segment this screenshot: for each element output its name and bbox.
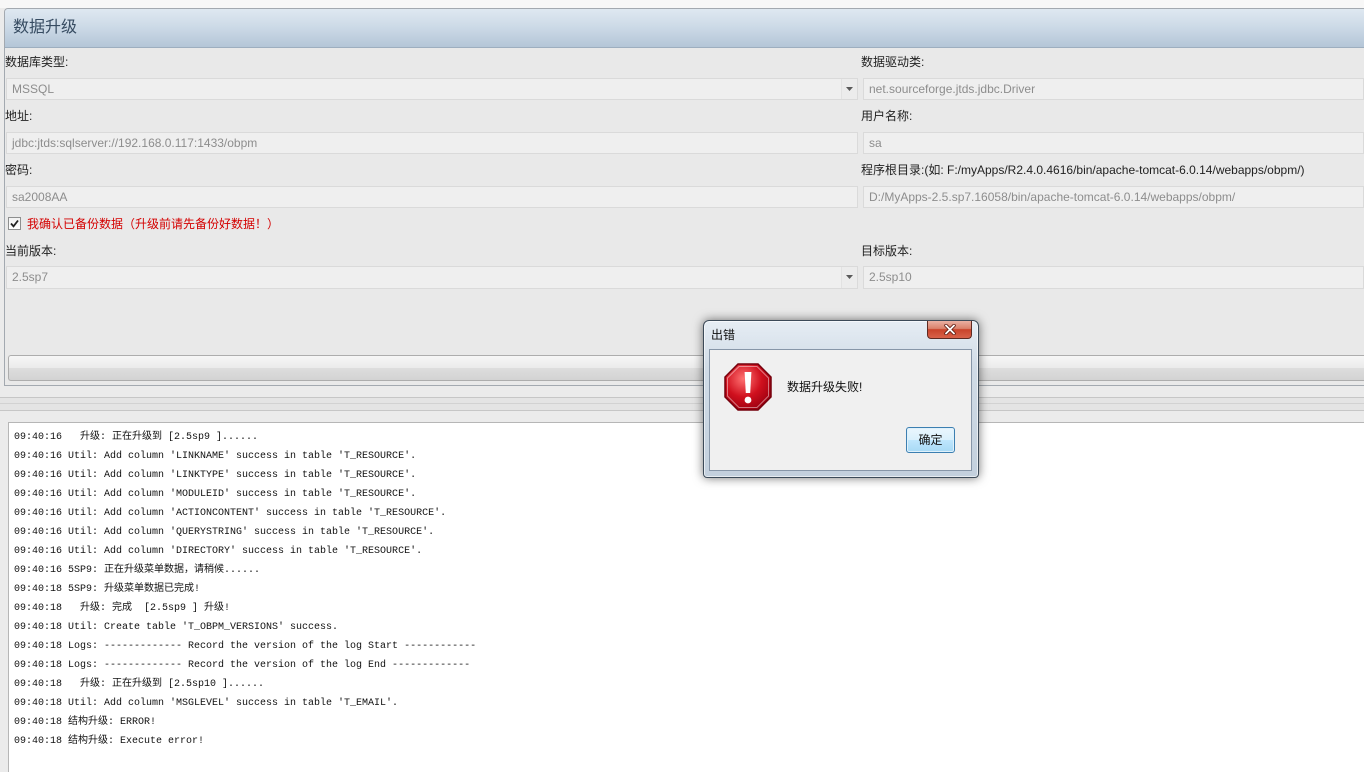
db-type-select[interactable]: MSSQL [6,78,858,100]
chevron-down-icon [846,275,853,279]
panel-splitter[interactable] [0,397,1364,411]
log-line: 09:40:16 Util: Add column 'QUERYSTRING' … [14,527,435,538]
driver-class-label: 数据驱动类: [861,55,925,69]
password-value: sa2008AA [12,190,68,204]
backup-confirm-label[interactable]: 我确认已备份数据（升级前请先备份好数据！） [27,216,279,232]
dialog-close-button[interactable] [927,321,972,339]
password-field[interactable]: sa2008AA [6,186,858,208]
root-dir-label: 程序根目录:(如: F:/myApps/R2.4.0.4616/bin/apac… [861,163,1305,177]
top-strip [0,0,1364,8]
error-dialog: 出错 数据升级失败! 确定 [703,320,979,478]
current-version-select[interactable]: 2.5sp7 [6,266,858,289]
log-line: 09:40:18 5SP9: 升级菜单数据已完成! [14,584,201,595]
checkmark-icon [10,219,19,228]
username-field[interactable]: sa [863,132,1364,154]
log-line: 09:40:16 Util: Add column 'LINKTYPE' suc… [14,470,417,481]
log-line: 09:40:18 升级: 正在升级到 [2.5sp10 ]...... [14,679,265,690]
log-line: 09:40:18 Util: Create table 'T_OBPM_VERS… [14,622,339,633]
backup-confirm-checkbox[interactable] [8,217,21,230]
log-line: 09:40:16 Util: Add column 'MODULEID' suc… [14,489,417,500]
panel-header: 数据升级 [5,9,1364,48]
splitter-grip [0,403,1364,404]
chevron-down-icon [846,87,853,91]
target-version-label: 目标版本: [861,244,913,258]
driver-class-field[interactable]: net.sourceforge.jtds.jdbc.Driver [863,78,1364,100]
password-label: 密码: [5,163,33,177]
log-line: 09:40:18 Util: Add column 'MSGLEVEL' suc… [14,698,399,709]
address-value: jdbc:jtds:sqlserver://192.168.0.117:1433… [12,136,258,150]
root-dir-value: D:/MyApps-2.5.sp7.16058/bin/apache-tomca… [869,190,1236,204]
log-line: 09:40:16 5SP9: 正在升级菜单数据，请稍候...... [14,565,261,576]
target-version-value: 2.5sp10 [869,270,912,284]
username-label: 用户名称: [861,109,913,123]
dialog-title: 出错 [711,328,736,342]
log-line: 09:40:18 结构升级: ERROR! [14,717,157,728]
action-button[interactable] [8,355,1364,381]
current-version-dropdown-button[interactable] [841,267,857,288]
error-icon [724,363,772,411]
log-line: 09:40:16 Util: Add column 'DIRECTORY' su… [14,546,423,557]
log-line: 09:40:16 升级: 正在升级到 [2.5sp9 ]...... [14,432,259,443]
current-version-value: 2.5sp7 [12,270,49,284]
username-value: sa [869,136,882,150]
dialog-message: 数据升级失败! [787,380,863,394]
db-type-value: MSSQL [12,82,55,96]
panel-title: 数据升级 [13,19,78,36]
address-field[interactable]: jdbc:jtds:sqlserver://192.168.0.117:1433… [6,132,858,154]
log-area[interactable]: 09:40:16 升级: 正在升级到 [2.5sp9 ]...... 09:40… [8,422,1364,772]
address-label: 地址: [5,109,33,123]
log-line: 09:40:18 升级: 完成 [2.5sp9 ] 升级! [14,603,231,614]
log-line: 09:40:18 Logs: ------------- Record the … [14,641,477,652]
close-icon [944,324,956,335]
dialog-ok-button[interactable]: 确定 [906,427,955,453]
log-line: 09:40:18 Logs: ------------- Record the … [14,660,471,671]
data-upgrade-panel: 数据升级 数据库类型: 数据驱动类: MSSQL net.sourceforge… [4,8,1364,386]
log-line: 09:40:16 Util: Add column 'LINKNAME' suc… [14,451,417,462]
log-line: 09:40:18 结构升级: Execute error! [14,736,205,747]
log-line: 09:40:16 Util: Add column 'ACTIONCONTENT… [14,508,447,519]
db-type-label: 数据库类型: [5,55,69,69]
dialog-body: 数据升级失败! 确定 [709,349,972,471]
current-version-label: 当前版本: [5,244,57,258]
driver-class-value: net.sourceforge.jtds.jdbc.Driver [869,82,1036,96]
target-version-select[interactable]: 2.5sp10 [863,266,1364,289]
db-type-dropdown-button[interactable] [841,79,857,99]
root-dir-field[interactable]: D:/MyApps-2.5.sp7.16058/bin/apache-tomca… [863,186,1364,208]
